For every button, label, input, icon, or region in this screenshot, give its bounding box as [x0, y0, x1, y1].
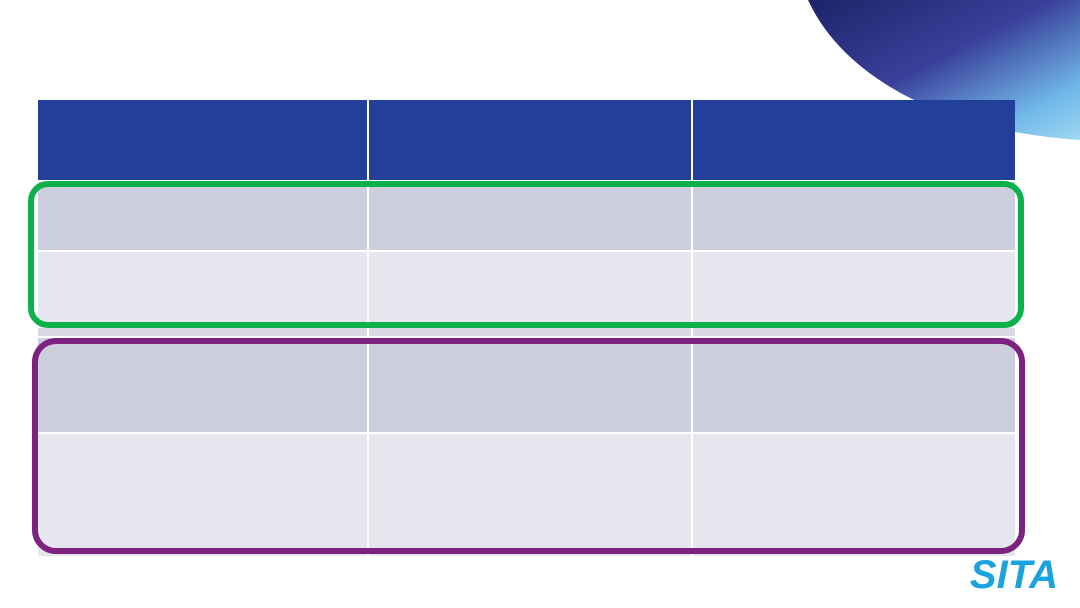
green-highlight-outline	[28, 181, 1024, 328]
header-cell-1	[38, 100, 367, 180]
purple-highlight-outline	[32, 338, 1025, 554]
header-cell-2	[369, 100, 691, 180]
table-spacer-cell	[38, 328, 367, 336]
sita-logo: SITA	[970, 553, 1058, 596]
header-cell-3	[693, 100, 1015, 180]
table-spacer-cell	[693, 328, 1015, 336]
logo-text: SITA	[970, 553, 1058, 596]
table-spacer-cell	[369, 328, 691, 336]
